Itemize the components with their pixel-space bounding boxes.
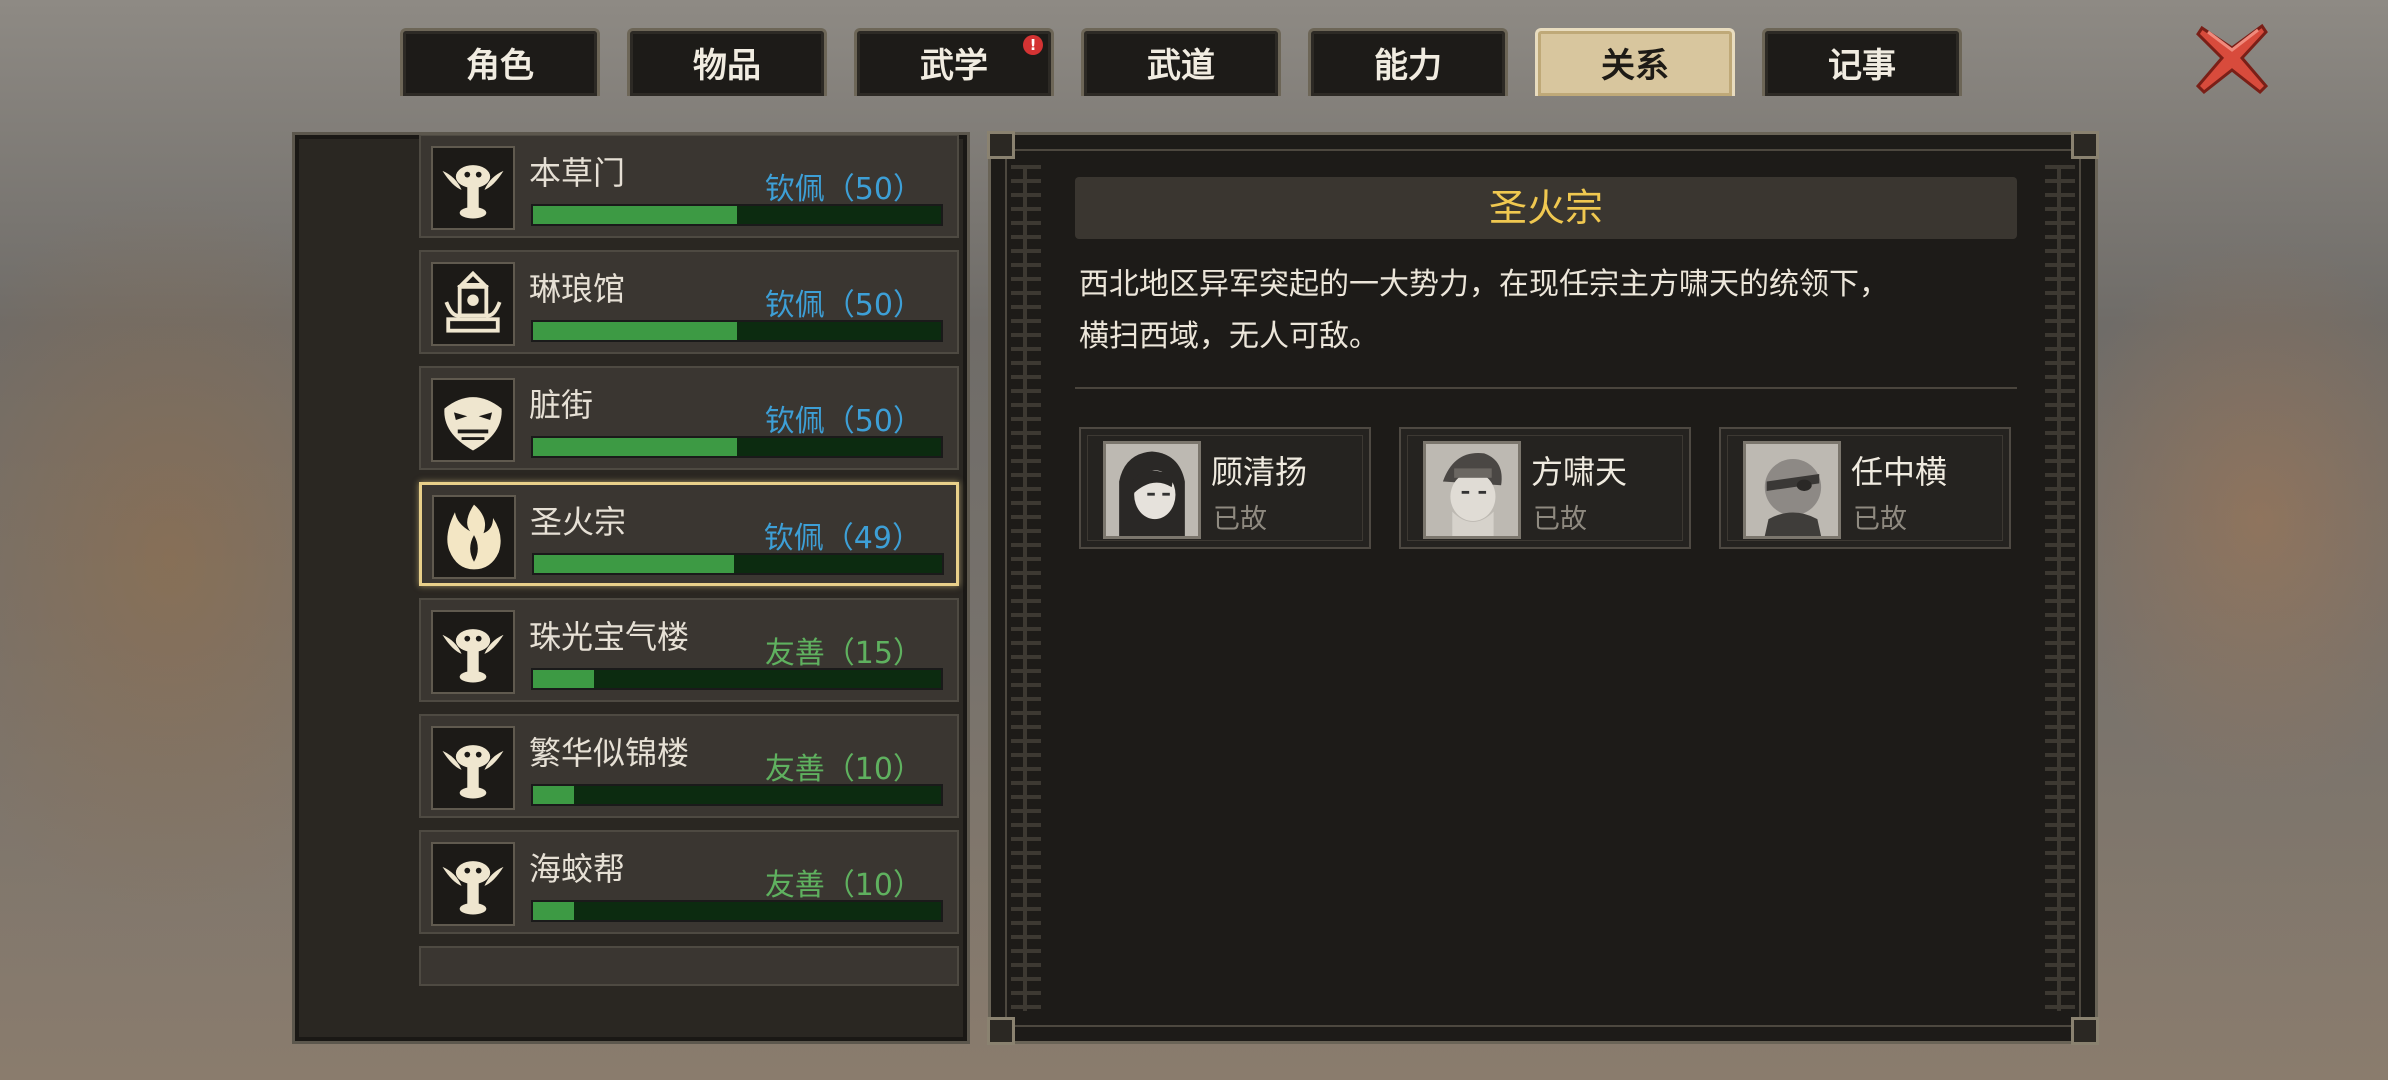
relation-bar (531, 320, 943, 342)
beast-face-icon (431, 378, 515, 462)
faction-list-panel[interactable]: 本草门 钦佩（50） 琳琅馆 钦佩（50） 脏街 钦佩（50） 圣火宗 钦佩（4… (292, 132, 970, 1044)
tab-journal[interactable]: 记事 (1762, 28, 1962, 96)
list-item-partial[interactable] (419, 946, 959, 986)
relation-bar (531, 668, 943, 690)
tab-martial-arts[interactable]: 武学! (854, 28, 1054, 96)
description-line: 西北地区异军突起的一大势力，在现任宗主方啸天的统领下， (1079, 267, 1889, 302)
relation-status: 钦佩（50） (764, 404, 923, 439)
faction-name: 珠光宝气楼 (529, 618, 690, 656)
bat-icon (431, 146, 515, 230)
faction-list: 本草门 钦佩（50） 琳琅馆 钦佩（50） 脏街 钦佩（50） 圣火宗 钦佩（4… (419, 135, 959, 998)
tab-label: 角色 (466, 46, 534, 86)
relation-bar (531, 436, 943, 458)
divider (1075, 387, 2017, 389)
member-status: 已故 (1533, 504, 1587, 535)
tab-label: 武学 (920, 46, 988, 86)
border-ornament (1011, 165, 1041, 1011)
tab-abilities[interactable]: 能力 (1308, 28, 1508, 96)
relation-status: 钦佩（49） (763, 521, 922, 556)
portrait-avatar (1103, 441, 1201, 539)
close-icon (2195, 23, 2269, 95)
corner-ornament (2071, 131, 2099, 159)
faction-name: 脏街 (529, 386, 594, 424)
faction-description: 西北地区异军突起的一大势力，在现任宗主方啸天的统领下， 横扫西域，无人可敌。 (1079, 259, 2019, 363)
relation-status: 钦佩（50） (764, 172, 923, 207)
pavilion-icon (431, 262, 515, 346)
faction-item[interactable]: 脏街 钦佩（50） (419, 366, 959, 470)
faction-item-selected[interactable]: 圣火宗 钦佩（49） (419, 482, 959, 586)
faction-name: 琳琅馆 (529, 270, 626, 308)
faction-item[interactable]: 海蛟帮 友善（10） (419, 830, 959, 934)
corner-ornament (2071, 1017, 2099, 1045)
bat-icon (431, 726, 515, 810)
tab-label: 物品 (693, 46, 761, 86)
relation-bar (532, 553, 944, 575)
close-button[interactable] (2192, 18, 2272, 98)
tab-character[interactable]: 角色 (400, 28, 600, 96)
relation-status: 友善（10） (764, 868, 923, 903)
member-status: 已故 (1213, 504, 1267, 535)
tab-relations[interactable]: 关系 (1535, 28, 1735, 96)
tab-label: 能力 (1374, 46, 1442, 86)
member-card[interactable]: 顾清扬 已故 (1079, 427, 1371, 549)
corner-ornament (987, 131, 1015, 159)
faction-item[interactable]: 琳琅馆 钦佩（50） (419, 250, 959, 354)
faction-name: 圣火宗 (530, 503, 627, 541)
faction-name: 海蛟帮 (529, 850, 626, 888)
faction-item[interactable]: 珠光宝气楼 友善（15） (419, 598, 959, 702)
border-ornament (2045, 165, 2075, 1011)
notification-badge: ! (1023, 35, 1043, 55)
description-line: 横扫西域，无人可敌。 (1079, 319, 1379, 354)
relation-bar (531, 204, 943, 226)
flame-icon (432, 495, 516, 579)
relation-bar (531, 900, 943, 922)
member-card[interactable]: 方啸天 已故 (1399, 427, 1691, 549)
relation-status: 友善（10） (764, 752, 923, 787)
portrait-avatar (1423, 441, 1521, 539)
bat-icon (431, 610, 515, 694)
member-name: 方啸天 (1531, 453, 1628, 491)
member-name: 任中横 (1851, 453, 1948, 491)
faction-title: 圣火宗 (1075, 177, 2017, 239)
tab-label: 关系 (1601, 46, 1669, 86)
member-name: 顾清扬 (1211, 453, 1308, 491)
faction-name: 繁华似锦楼 (529, 734, 690, 772)
faction-name: 本草门 (529, 154, 626, 192)
bat-icon (431, 842, 515, 926)
faction-detail-panel: 圣火宗 西北地区异军突起的一大势力，在现任宗主方啸天的统领下， 横扫西域，无人可… (987, 131, 2099, 1045)
relation-status: 钦佩（50） (764, 288, 923, 323)
member-status: 已故 (1853, 504, 1907, 535)
tab-items[interactable]: 物品 (627, 28, 827, 96)
tab-label: 记事 (1828, 46, 1896, 86)
faction-item[interactable]: 繁华似锦楼 友善（10） (419, 714, 959, 818)
tab-martial-way[interactable]: 武道 (1081, 28, 1281, 96)
faction-item[interactable]: 本草门 钦佩（50） (419, 135, 959, 238)
corner-ornament (987, 1017, 1015, 1045)
relation-bar (531, 784, 943, 806)
tab-label: 武道 (1147, 46, 1215, 86)
member-card[interactable]: 任中横 已故 (1719, 427, 2011, 549)
portrait-avatar (1743, 441, 1841, 539)
relation-status: 友善（15） (764, 636, 923, 671)
